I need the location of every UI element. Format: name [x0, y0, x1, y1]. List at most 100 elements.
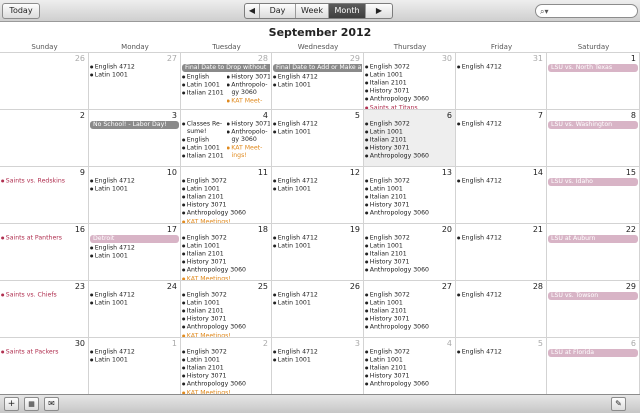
calendar-event[interactable]: ● English 4712	[273, 120, 362, 128]
calendar-event[interactable]: ● English 4712	[90, 348, 179, 356]
calendar-event[interactable]: ● Saints vs. Chiefs	[1, 291, 87, 299]
calendar-event[interactable]: ● History 3071	[227, 73, 271, 81]
calendar-event[interactable]: ● Anthropolo-	[227, 81, 271, 89]
calendar-event[interactable]: gy 3060	[227, 136, 271, 143]
calendar-event[interactable]: ● Anthropology 3060	[365, 266, 454, 274]
calendar-event[interactable]: ● English 3072	[365, 120, 454, 128]
calendar-event[interactable]: ● English 3072	[365, 177, 454, 185]
calendar-event[interactable]: ● English 4712	[457, 348, 545, 356]
calendar-event[interactable]: ● English 3072	[365, 63, 454, 71]
day-cell[interactable]: 10 ● English 4712 ● Latin 1001	[89, 166, 181, 223]
day-cell[interactable]: 7 ● English 4712	[456, 109, 547, 166]
calendar-event[interactable]: ● English 3072	[182, 291, 270, 299]
day-cell[interactable]: 30 ● English 3072 ● Latin 1001 ● Italian 21…	[364, 52, 456, 109]
day-cell[interactable]: 1 LSU vs. North Texas	[547, 52, 640, 109]
calendar-event[interactable]: ● Saints at Panthers	[1, 234, 87, 242]
calendar-event[interactable]: ● KAT Meet-	[227, 144, 271, 152]
calendar-event[interactable]: ● Saints vs. Redskins	[1, 177, 87, 185]
calendar-event[interactable]: ● Anthropology 3060	[182, 323, 270, 331]
calendar-event[interactable]: ● Italian 2101	[182, 193, 270, 201]
today-button[interactable]: Today	[2, 3, 40, 19]
calendar-event[interactable]: ● Italian 2101	[182, 364, 270, 372]
calendar-event[interactable]: ● English	[182, 136, 225, 144]
search-input[interactable]: ⌕▾	[535, 4, 638, 18]
calendar-event[interactable]: ● Latin 1001	[273, 128, 362, 136]
calendar-event[interactable]: ● Latin 1001	[182, 242, 270, 250]
day-cell[interactable]: 2	[0, 109, 89, 166]
calendar-event[interactable]: ● History 3071	[365, 144, 454, 152]
calendar-event[interactable]: ● English 4712	[457, 234, 545, 242]
day-cell[interactable]: 27 ● English 3072 ● Latin 1001 ● Italian 21…	[364, 280, 456, 337]
day-cell[interactable]: 17 Detroit ● English 4712 ● Latin 1001	[89, 223, 181, 280]
day-cell[interactable]: 20 ● English 3072 ● Latin 1001 ● Italian 21…	[364, 223, 456, 280]
calendar-event[interactable]: ● History 3071	[365, 372, 454, 380]
day-cell[interactable]: 16 ● Saints at Panthers	[0, 223, 89, 280]
calendar-event[interactable]: ● Italian 2101	[182, 152, 225, 160]
calendar-event[interactable]: ● English 4712	[273, 177, 362, 185]
calendar-event[interactable]: ● Italian 2101	[365, 364, 454, 372]
day-cell[interactable]: 21 ● English 4712	[456, 223, 547, 280]
calendar-event[interactable]: ● Anthropology 3060	[365, 209, 454, 217]
envelope-icon[interactable]: ✉	[44, 397, 59, 411]
calendar-event[interactable]: ● Latin 1001	[273, 356, 362, 364]
day-cell[interactable]: 9 ● Saints vs. Redskins	[0, 166, 89, 223]
calendar-event[interactable]: ● English 3072	[182, 348, 270, 356]
calendar-event[interactable]: ● Anthropolo-	[227, 128, 271, 136]
add-calendar-button[interactable]: +	[4, 397, 19, 411]
calendar-event[interactable]: ● Italian 2101	[182, 307, 270, 315]
calendar-event[interactable]: ● English 4712	[273, 291, 362, 299]
calendar-event[interactable]: ● History 3071	[365, 258, 454, 266]
day-cell[interactable]: 3 No School! - Labor Day!	[89, 109, 181, 166]
view-week-button[interactable]: Week	[296, 4, 329, 18]
day-cell[interactable]: 12 ● English 4712 ● Latin 1001	[272, 166, 364, 223]
calendar-event[interactable]: ● History 3071	[365, 87, 454, 95]
day-cell[interactable]: 4 ● Classes Re-sume! ● English ● Latin 1001…	[181, 109, 272, 166]
calendar-event[interactable]: ● Latin 1001	[90, 299, 179, 307]
calendar-event[interactable]: ● Saints at Packers	[1, 348, 87, 356]
calendar-event[interactable]: ● Latin 1001	[182, 144, 225, 152]
calendar-event[interactable]: ● Latin 1001	[90, 252, 179, 260]
day-cell[interactable]: 6 LSU at Florida	[547, 337, 640, 394]
day-cell[interactable]: 5 ● English 4712	[456, 337, 547, 394]
calendar-event[interactable]: ● Classes Re-	[182, 120, 225, 128]
calendar-event[interactable]: ● Anthropology 3060	[365, 380, 454, 388]
day-cell[interactable]: 8 LSU vs. Washington	[547, 109, 640, 166]
calendar-event[interactable]: ● English 3072	[365, 234, 454, 242]
view-day-button[interactable]: Day	[260, 4, 296, 18]
day-cell[interactable]: 28 ● English 4712	[456, 280, 547, 337]
calendar-event[interactable]: ● KAT Meet-	[227, 97, 271, 105]
calendar-event[interactable]: ● Italian 2101	[182, 89, 225, 97]
calendar-event[interactable]: sume!	[182, 128, 225, 135]
calendar-event[interactable]: ● Anthropology 3060	[182, 209, 270, 217]
next-button[interactable]: ▶	[366, 4, 392, 18]
calendar-event[interactable]: ● History 3071	[227, 120, 271, 128]
calendar-event[interactable]: ● History 3071	[182, 258, 270, 266]
calendar-event[interactable]: ● English 3072	[182, 234, 270, 242]
day-cell[interactable]: 2 ● English 3072 ● Latin 1001 ● Italian 210…	[181, 337, 272, 394]
calendar-event[interactable]: ● Italian 2101	[365, 250, 454, 258]
day-cell[interactable]: 25 ● English 3072 ● Latin 1001 ● Italian 21…	[181, 280, 272, 337]
calendar-event[interactable]: ● Latin 1001	[182, 185, 270, 193]
day-cell[interactable]: 26	[0, 52, 89, 109]
day-cell[interactable]: 30 ● Saints at Packers	[0, 337, 89, 394]
all-day-event[interactable]: Final Date to Drop without	[182, 64, 270, 72]
all-day-event[interactable]: LSU vs. Idaho	[548, 178, 638, 186]
calendar-event[interactable]: ● Latin 1001	[273, 299, 362, 307]
calendar-event[interactable]: ● Italian 2101	[182, 250, 270, 258]
calendar-event[interactable]: ● Italian 2101	[365, 79, 454, 87]
calendar-event[interactable]: ● History 3071	[365, 315, 454, 323]
day-cell[interactable]: 3 ● English 4712 ● Latin 1001	[272, 337, 364, 394]
calendar-event[interactable]: ● History 3071	[182, 315, 270, 323]
calendar-event[interactable]: ● English 4712	[457, 120, 545, 128]
calendar-event[interactable]: ● History 3071	[365, 201, 454, 209]
previous-button[interactable]: ◀	[245, 4, 260, 18]
day-cell[interactable]: 27 ● English 4712 ● Latin 1001	[89, 52, 181, 109]
calendar-event[interactable]: ● Anthropology 3060	[182, 380, 270, 388]
calendar-event[interactable]: ● Latin 1001	[365, 128, 454, 136]
calendar-event[interactable]: ● Latin 1001	[273, 185, 362, 193]
day-cell[interactable]: 28 Final Date to Drop without ● English ● L…	[181, 52, 272, 109]
calendar-event[interactable]: ● Anthropology 3060	[182, 266, 270, 274]
calendar-event[interactable]: ● Italian 2101	[365, 193, 454, 201]
calendar-event[interactable]: ● History 3071	[182, 201, 270, 209]
calendar-event[interactable]: ● English 4712	[273, 73, 362, 81]
